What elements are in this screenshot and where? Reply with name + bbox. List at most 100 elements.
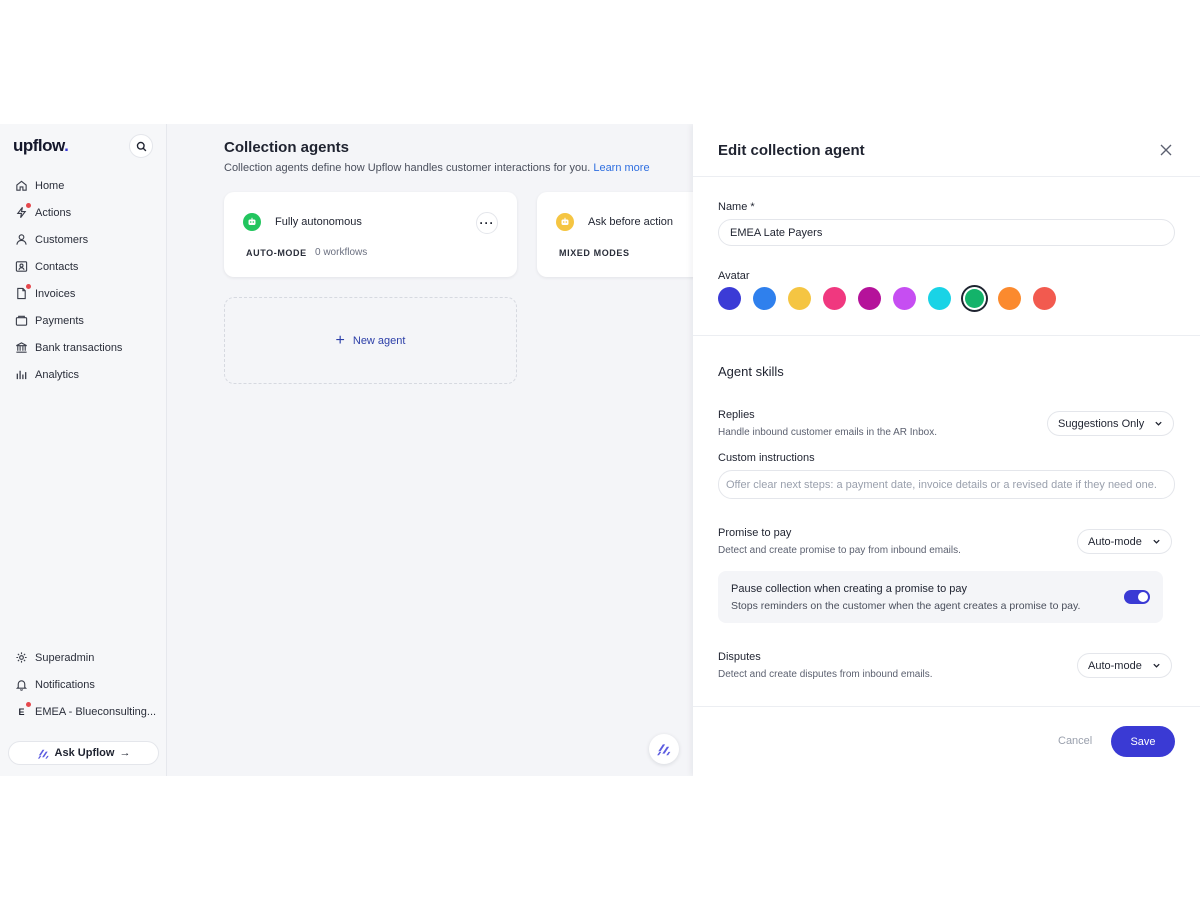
avatar-color-swatch[interactable] <box>788 287 811 310</box>
avatar-color-swatch[interactable] <box>998 287 1021 310</box>
avatar-color-swatch[interactable] <box>753 287 776 310</box>
agent-workflow-count: 0 workflows <box>315 247 368 258</box>
new-agent-button[interactable]: + New agent <box>224 297 517 384</box>
toggle-knob <box>1138 592 1148 602</box>
upflow-mark-icon <box>37 749 49 759</box>
close-icon <box>1160 144 1172 156</box>
sidebar-item-organization[interactable]: E EMEA - Blueconsulting... <box>0 698 166 725</box>
app-window: upflow. Home Actions Customers Contacts <box>0 124 1200 776</box>
sidebar-item-bank-transactions[interactable]: Bank transactions <box>0 334 166 361</box>
arrow-right-icon: → <box>119 747 131 759</box>
upflow-logo[interactable]: upflow. <box>13 136 69 156</box>
replies-select[interactable]: Suggestions Only <box>1047 411 1175 436</box>
agent-mode-badge: MIXED MODES <box>559 248 630 258</box>
avatar-color-swatch[interactable] <box>893 287 916 310</box>
ask-upflow-button[interactable]: Ask Upflow → <box>8 741 159 765</box>
sidebar-item-label: Payments <box>35 314 84 327</box>
robot-icon <box>243 213 261 231</box>
more-options-button[interactable]: ··· <box>476 212 498 234</box>
sidebar-item-label: Analytics <box>35 368 80 381</box>
document-icon <box>15 284 31 300</box>
sidebar-item-label: Home <box>35 179 65 192</box>
sidebar-item-label: Invoices <box>35 287 76 300</box>
sidebar-item-label: Bank transactions <box>35 341 123 354</box>
agent-skills-title: Agent skills <box>718 364 784 379</box>
disputes-label: Disputes <box>718 651 761 663</box>
panel-title: Edit collection agent <box>718 142 865 159</box>
sidebar-item-superadmin[interactable]: Superadmin <box>0 644 166 671</box>
sidebar-item-payments[interactable]: Payments <box>0 307 166 334</box>
sidebar-item-analytics[interactable]: Analytics <box>0 361 166 388</box>
sidebar-item-label: Customers <box>35 233 89 246</box>
bar-chart-icon <box>15 368 28 381</box>
pause-collection-setting: Pause collection when creating a promise… <box>718 571 1163 623</box>
cancel-button[interactable]: Cancel <box>1058 735 1092 747</box>
gear-icon <box>15 651 28 664</box>
home-icon <box>15 179 28 192</box>
pause-collection-title: Pause collection when creating a promise… <box>731 583 968 595</box>
avatar-label: Avatar <box>718 270 750 282</box>
sidebar-item-actions[interactable]: Actions <box>0 199 166 226</box>
agent-mode-badge: AUTO-MODE <box>246 248 307 258</box>
new-agent-label: New agent <box>352 334 406 347</box>
avatar-color-picker <box>718 287 1056 310</box>
agent-card-title: Fully autonomous <box>275 216 362 228</box>
bank-icon <box>15 341 28 354</box>
replies-select-value: Suggestions Only <box>1058 417 1145 430</box>
name-label: Name * <box>718 201 755 213</box>
alert-dot <box>26 284 31 289</box>
sidebar-item-invoices[interactable]: Invoices <box>0 280 166 307</box>
search-button[interactable] <box>129 134 153 158</box>
upflow-assistant-button[interactable] <box>649 734 679 764</box>
agent-card-title: Ask before action <box>588 216 673 228</box>
chevron-down-icon <box>1153 663 1160 668</box>
avatar-color-swatch[interactable] <box>1033 287 1056 310</box>
promise-to-pay-label: Promise to pay <box>718 527 792 539</box>
divider <box>693 176 1200 177</box>
divider <box>693 706 1200 707</box>
robot-icon <box>556 213 574 231</box>
chevron-down-icon <box>1153 539 1160 544</box>
pause-collection-description: Stops reminders on the customer when the… <box>731 600 1081 612</box>
name-input[interactable]: EMEA Late Payers <box>718 219 1175 246</box>
avatar-color-swatch[interactable] <box>928 287 951 310</box>
close-button[interactable] <box>1158 142 1174 158</box>
sidebar-bottom: Superadmin Notifications E EMEA - Blueco… <box>0 644 166 725</box>
org-avatar: E <box>15 702 31 718</box>
save-button[interactable]: Save <box>1111 726 1175 757</box>
sidebar-item-customers[interactable]: Customers <box>0 226 166 253</box>
avatar-color-swatch[interactable] <box>823 287 846 310</box>
sidebar-item-label: Notifications <box>35 678 95 691</box>
sidebar-item-contacts[interactable]: Contacts <box>0 253 166 280</box>
page-subtitle: Collection agents define how Upflow hand… <box>224 162 650 174</box>
avatar-color-swatch[interactable] <box>858 287 881 310</box>
wallet-icon <box>15 314 28 327</box>
disputes-select-value: Auto-mode <box>1088 659 1142 672</box>
sidebar-item-home[interactable]: Home <box>0 172 166 199</box>
custom-instructions-input[interactable]: Offer clear next steps: a payment date, … <box>718 470 1175 499</box>
learn-more-link[interactable]: Learn more <box>593 162 649 174</box>
avatar-color-swatch[interactable] <box>718 287 741 310</box>
upflow-mark-icon <box>657 744 671 756</box>
alert-dot <box>26 203 31 208</box>
divider <box>693 335 1200 336</box>
pause-collection-toggle[interactable] <box>1124 590 1150 604</box>
sidebar-nav: Home Actions Customers Contacts Invoices… <box>0 172 166 388</box>
promise-to-pay-select[interactable]: Auto-mode <box>1077 529 1172 554</box>
replies-label: Replies <box>718 409 755 421</box>
disputes-description: Detect and create disputes from inbound … <box>718 669 933 680</box>
agent-card-fully-autonomous[interactable]: Fully autonomous ··· AUTO-MODE 0 workflo… <box>224 192 517 277</box>
sidebar-item-label: Actions <box>35 206 72 219</box>
replies-description: Handle inbound customer emails in the AR… <box>718 427 938 438</box>
edit-agent-panel: Edit collection agent Name * EMEA Late P… <box>693 124 1200 776</box>
promise-to-pay-select-value: Auto-mode <box>1088 535 1142 548</box>
page-title: Collection agents <box>224 139 350 156</box>
sidebar-item-notifications[interactable]: Notifications <box>0 671 166 698</box>
avatar-color-swatch[interactable] <box>963 287 986 310</box>
sidebar: upflow. Home Actions Customers Contacts <box>0 124 167 776</box>
plus-icon: + <box>335 331 345 349</box>
disputes-select[interactable]: Auto-mode <box>1077 653 1172 678</box>
contact-card-icon <box>15 260 28 273</box>
search-icon <box>136 141 146 151</box>
sidebar-item-label: Superadmin <box>35 651 95 664</box>
